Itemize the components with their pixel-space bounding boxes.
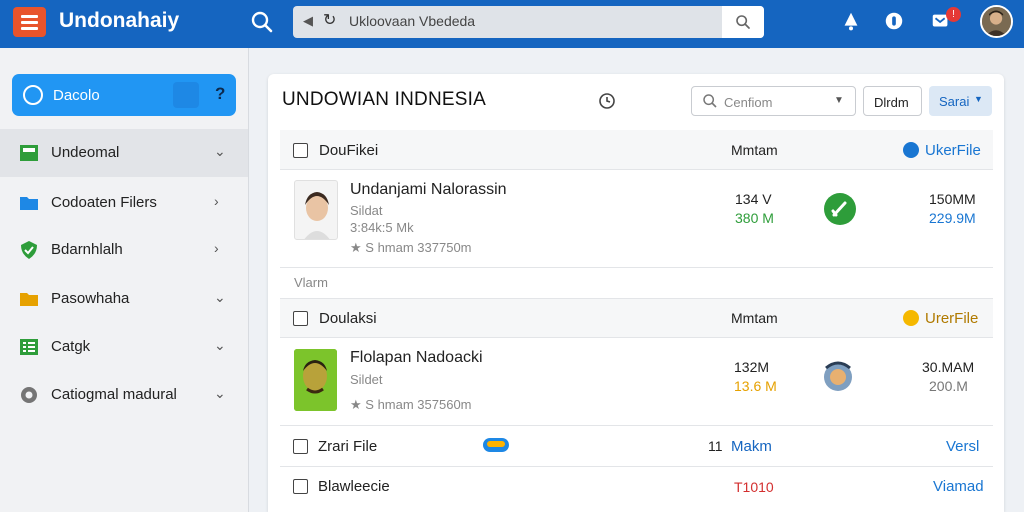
- user-file-link[interactable]: UkerFile: [925, 142, 981, 159]
- file-icon: [903, 142, 919, 158]
- column-header: Mmtam: [731, 310, 778, 326]
- address-text[interactable]: Ukloovaan Vbededa: [349, 13, 475, 29]
- secondary-button-label: Dlrdm: [874, 95, 909, 110]
- checkbox[interactable]: [293, 143, 308, 158]
- dropdown-arrow-icon[interactable]: ▼: [834, 95, 844, 106]
- checkbox[interactable]: [293, 439, 308, 454]
- chevron-down-icon: ⌄: [214, 143, 226, 159]
- value-d: 200.M: [929, 378, 968, 394]
- search-icon[interactable]: [250, 10, 274, 34]
- hamburger-menu-button[interactable]: [13, 7, 46, 37]
- settings-icon: [21, 387, 37, 403]
- value-c: 150MM: [929, 191, 976, 207]
- file-icon: [903, 310, 919, 326]
- chevron-right-icon: ›: [214, 193, 219, 209]
- chevron-down-icon: ⌄: [214, 289, 226, 305]
- user-file-link[interactable]: UrerFile: [925, 310, 978, 327]
- reload-icon[interactable]: ↻: [323, 10, 336, 30]
- column-header: Mmtam: [731, 142, 778, 158]
- check-circle-icon[interactable]: [823, 192, 857, 226]
- help-icon[interactable]: ?: [215, 84, 225, 104]
- sidebar-item-codoaten-filers[interactable]: Codoaten Filers ›: [0, 179, 248, 227]
- item-subtitle: Sildet: [350, 372, 383, 387]
- file-count: 11: [708, 438, 723, 454]
- primary-action-button[interactable]: Sarai ▼: [929, 86, 992, 116]
- group-header-name: Doulaksi: [319, 310, 377, 327]
- sidebar-item-label: Catgk: [51, 338, 91, 355]
- sidebar-primary-button[interactable]: Dacolo ?: [12, 74, 236, 116]
- group-header-name: DouFikei: [319, 142, 379, 159]
- item-name[interactable]: Undanjami Nalorassin: [350, 181, 507, 199]
- chevron-down-icon: ⌄: [214, 385, 226, 401]
- sidebar-primary-label: Dacolo: [53, 87, 100, 104]
- page-title: UNDOWIAN INDNESIA: [282, 89, 486, 110]
- search-icon: [703, 94, 717, 108]
- sidebar-item-label: Pasowhaha: [51, 290, 130, 307]
- avatar: [294, 180, 338, 240]
- search-placeholder: Cenfiom: [724, 95, 773, 110]
- value-d: 229.9M: [929, 210, 976, 226]
- value-b: 380 M: [735, 210, 774, 226]
- cloud-icon: [483, 438, 509, 452]
- item-meta: ★ S hmam 337750m: [350, 240, 472, 255]
- chevron-right-icon: ›: [214, 240, 219, 256]
- back-arrow-icon[interactable]: ◀: [303, 13, 313, 29]
- primary-action-label: Sarai: [939, 94, 970, 109]
- version-link[interactable]: Versl: [946, 438, 979, 455]
- notification-badge: !: [946, 7, 961, 22]
- sidebar-item-label: Catiogmal madural: [51, 386, 177, 403]
- group-header-row[interactable]: [280, 130, 993, 170]
- checkbox-edit[interactable]: [293, 311, 308, 326]
- checkbox-edit[interactable]: [293, 479, 308, 494]
- item-meta-text: S hmam 337750m: [365, 240, 472, 255]
- item-meta-text: S hmam 357560m: [365, 397, 472, 412]
- value-a: 134 V: [735, 191, 772, 207]
- bell-icon[interactable]: [840, 10, 862, 32]
- sidebar-item-label: Undeomal: [51, 144, 120, 161]
- app-title: Undonahaiy: [59, 9, 180, 32]
- dropdown-arrow-icon: ▼: [974, 94, 983, 104]
- history-icon[interactable]: [598, 92, 616, 110]
- group-header-row[interactable]: [280, 298, 993, 338]
- file-name[interactable]: Zrari File: [318, 438, 377, 455]
- item-name[interactable]: Flolapan Nadoacki: [350, 349, 483, 367]
- sidebar-item-label: Bdarnhlalh: [51, 241, 123, 258]
- file-column: Makm: [731, 438, 772, 455]
- sidebar-item-bdarnhlalh[interactable]: Bdarnhlalh ›: [0, 226, 248, 274]
- item-size: 3:84k:5 Mk: [350, 220, 414, 235]
- chevron-down-icon: ⌄: [214, 337, 226, 353]
- sidebar-item-catgk[interactable]: Catgk ⌄: [0, 323, 248, 371]
- sidebar-item-pasowhaha[interactable]: Pasowhaha ⌄: [0, 275, 248, 323]
- folder-icon: [20, 293, 38, 306]
- value-b: 13.6 M: [734, 378, 777, 394]
- user-avatar[interactable]: [980, 5, 1013, 38]
- info-icon[interactable]: [883, 10, 905, 32]
- help-box[interactable]: [173, 82, 199, 108]
- list-icon: [20, 339, 38, 355]
- secondary-button[interactable]: Dlrdm: [863, 86, 922, 116]
- search-icon: [736, 15, 750, 29]
- file-name[interactable]: Blawleecie: [318, 478, 390, 495]
- avatar: [294, 349, 337, 411]
- value-c: 30.MAM: [922, 359, 975, 375]
- sidebar-item-catiogmal-madural[interactable]: Catiogmal madural ⌄: [0, 371, 248, 419]
- file-column: T1010: [734, 479, 774, 495]
- sync-icon[interactable]: [820, 360, 856, 394]
- item-subtitle: Sildat: [350, 203, 383, 218]
- folder-icon: [20, 197, 38, 210]
- value-a: 132M: [734, 359, 770, 375]
- inbox-icon: [20, 145, 38, 161]
- view-link[interactable]: Viamad: [933, 478, 984, 495]
- section-label: Vlarm: [294, 275, 328, 290]
- address-search-button[interactable]: [722, 6, 764, 38]
- circle-icon: [23, 85, 43, 105]
- table-row[interactable]: [280, 426, 993, 467]
- search-input[interactable]: Cenfiom ▼: [691, 86, 856, 116]
- sidebar-item-label: Codoaten Filers: [51, 194, 157, 211]
- sidebar-item-undeomal[interactable]: Undeomal ⌄: [0, 129, 248, 177]
- item-meta: ★ S hmam 357560m: [350, 397, 472, 412]
- shield-check-icon: [21, 241, 37, 259]
